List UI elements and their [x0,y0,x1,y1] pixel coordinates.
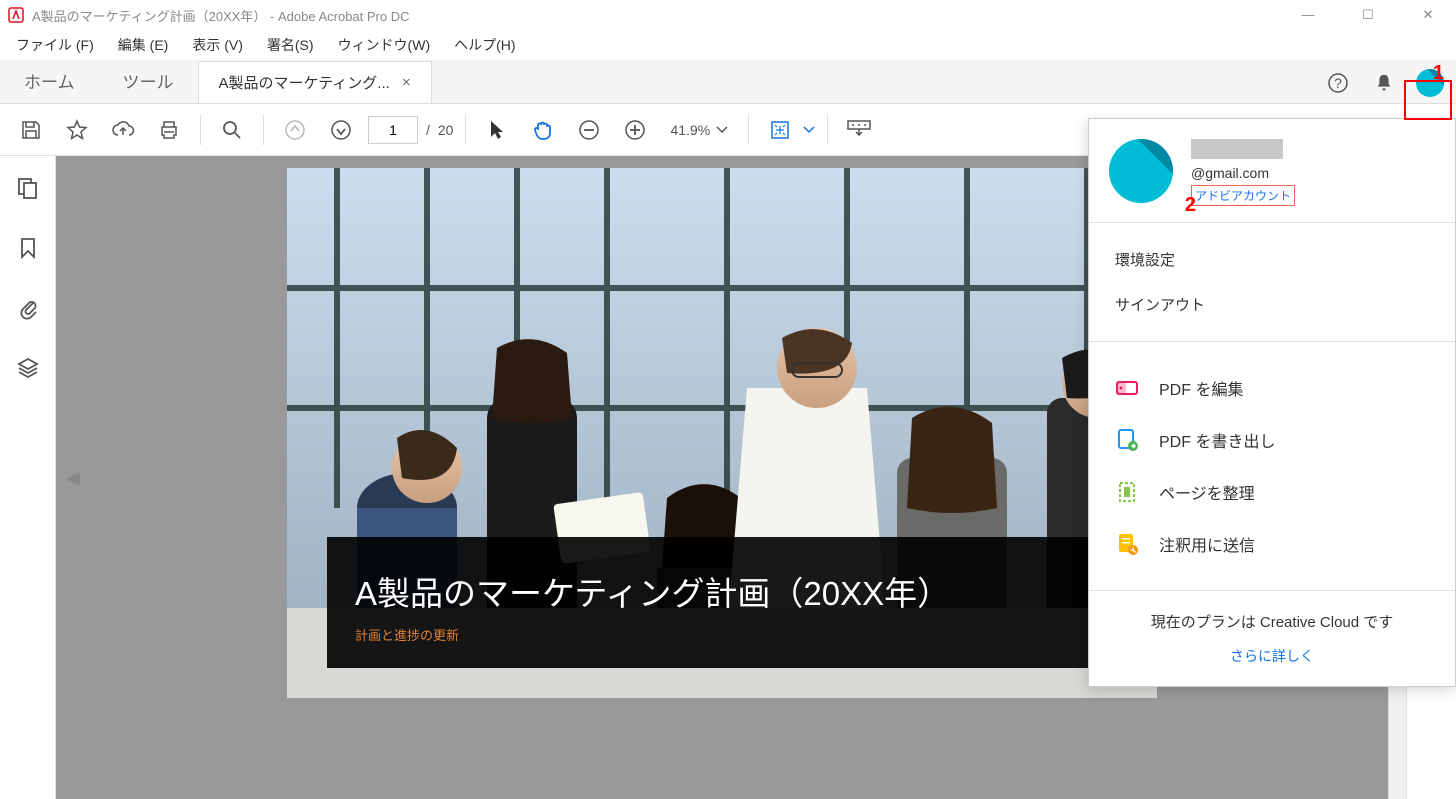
chevron-down-icon [716,126,728,134]
organize-pages-tool[interactable]: ページを整理 [1089,466,1455,518]
user-email: @gmail.com [1191,165,1435,181]
toolbar-separator [465,115,466,145]
page-number-input[interactable] [368,116,418,144]
next-page-button[interactable] [322,111,360,149]
titlebar: A製品のマーケティング計画（20XX年） - Adobe Acrobat Pro… [0,0,1456,30]
save-button[interactable] [12,111,50,149]
send-review-tool[interactable]: 注釈用に送信 [1089,518,1455,570]
svg-text:?: ? [1334,75,1342,91]
acrobat-icon [8,7,24,23]
close-window-button[interactable]: ✕ [1408,7,1448,23]
annotation-box-1 [1404,80,1452,120]
fit-page-button[interactable] [761,111,799,149]
annotation-1: 1 [1433,62,1444,85]
plan-label: 現在のプランは Creative Cloud です [1115,611,1429,632]
menu-sign[interactable]: 署名(S) [255,31,326,59]
signout-item[interactable]: サインアウト [1089,282,1455,327]
tab-home[interactable]: ホーム [0,58,99,103]
preferences-item[interactable]: 環境設定 [1089,237,1455,282]
learn-more-link[interactable]: さらに詳しく [1115,646,1429,666]
toolbar-separator [827,115,828,145]
navigation-pane [0,156,56,799]
bookmarks-button[interactable] [12,232,44,264]
document-page: A製品のマーケティング計画（20XX年） 計画と進捗の更新 [287,168,1157,698]
window-title: A製品のマーケティング計画（20XX年） - Adobe Acrobat Pro… [32,6,410,25]
chevron-down-icon[interactable] [803,126,815,134]
slide-subtitle: 計画と進捗の更新 [355,625,1089,644]
edit-pdf-label: PDF を編集 [1159,376,1243,400]
tab-tools[interactable]: ツール [99,58,198,103]
menu-file[interactable]: ファイル (F) [4,31,106,59]
menu-view[interactable]: 表示 (V) [180,31,255,59]
organize-label: ページを整理 [1159,480,1255,504]
zoom-dropdown[interactable]: 41.9% [662,122,736,138]
menubar: ファイル (F) 編集 (E) 表示 (V) 署名(S) ウィンドウ(W) ヘル… [0,30,1456,60]
export-pdf-icon [1115,428,1139,452]
help-icon[interactable]: ? [1324,69,1352,97]
edit-pdf-icon [1115,376,1139,400]
page-separator: / [426,122,430,138]
maximize-button[interactable]: ☐ [1348,7,1388,23]
cloud-upload-button[interactable] [104,111,142,149]
slide-title-box: A製品のマーケティング計画（20XX年） 計画と進捗の更新 [327,537,1117,668]
tab-document-label: A製品のマーケティング... [219,72,390,93]
star-button[interactable] [58,111,96,149]
send-review-label: 注釈用に送信 [1159,532,1255,556]
profile-footer: 現在のプランは Creative Cloud です さらに詳しく [1089,591,1455,686]
annotation-2: 2 [1185,194,1196,217]
hand-tool-button[interactable] [524,111,562,149]
edit-pdf-tool[interactable]: PDF を編集 [1089,362,1455,414]
user-name-redacted [1191,139,1283,159]
tab-document[interactable]: A製品のマーケティング... × [198,61,432,103]
page-total: 20 [438,122,454,138]
bell-icon[interactable] [1370,69,1398,97]
minimize-button[interactable]: — [1288,7,1328,23]
prev-page-arrow[interactable]: ◀ [66,467,80,488]
zoom-value: 41.9% [670,122,710,138]
prev-page-button[interactable] [276,111,314,149]
toolbar-separator [200,115,201,145]
thumbnails-button[interactable] [12,172,44,204]
zoom-in-button[interactable] [616,111,654,149]
menu-window[interactable]: ウィンドウ(W) [326,31,443,59]
window-controls: — ☐ ✕ [1288,7,1448,23]
profile-dropdown: @gmail.com アドビアカウント 環境設定 サインアウト PDF を編集 … [1088,118,1456,687]
toolbar-separator [748,115,749,145]
export-pdf-tool[interactable]: PDF を書き出し [1089,414,1455,466]
adobe-account-link[interactable]: アドビアカウント [1191,185,1295,206]
toolbar-separator [263,115,264,145]
attachments-button[interactable] [12,292,44,324]
read-aloud-button[interactable] [840,111,878,149]
zoom-out-button[interactable] [570,111,608,149]
profile-header: @gmail.com アドビアカウント [1089,119,1455,223]
menu-edit[interactable]: 編集 (E) [106,31,181,59]
export-pdf-label: PDF を書き出し [1159,428,1275,452]
layers-button[interactable] [12,352,44,384]
slide-title: A製品のマーケティング計画（20XX年） [355,567,1089,615]
find-button[interactable] [213,111,251,149]
print-button[interactable] [150,111,188,149]
tab-close-button[interactable]: × [402,74,411,91]
avatar-large-icon [1109,139,1173,203]
send-review-icon [1115,532,1139,556]
menu-help[interactable]: ヘルプ(H) [442,31,527,59]
organize-icon [1115,480,1139,504]
select-tool-button[interactable] [478,111,516,149]
tabsbar: ホーム ツール A製品のマーケティング... × ? [0,60,1456,104]
